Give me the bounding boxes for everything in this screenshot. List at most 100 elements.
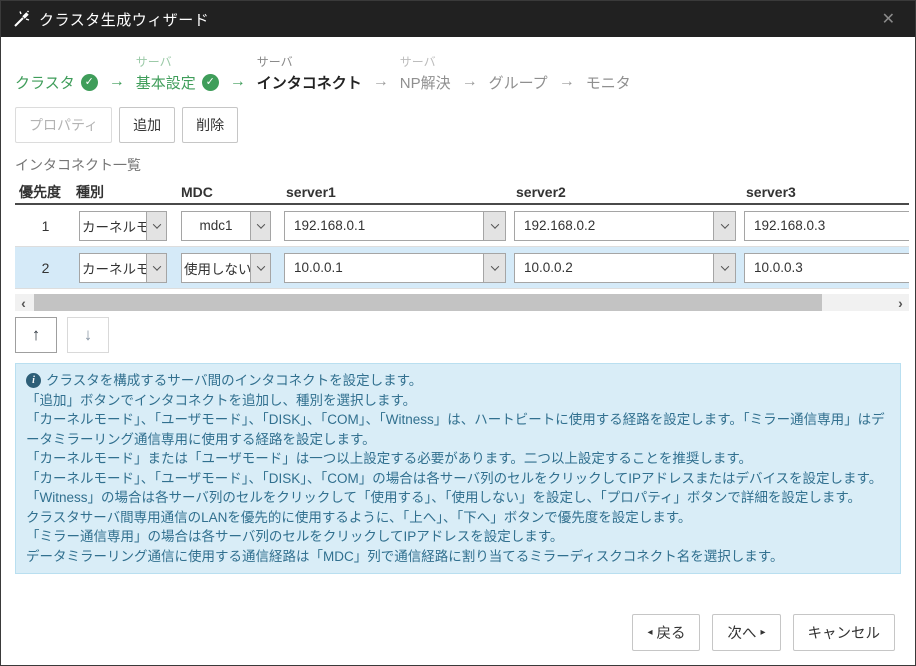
toolbar: プロパティ 追加 削除 [15, 107, 901, 143]
mdc-select[interactable]: mdc1 [181, 211, 271, 241]
table-row[interactable]: 2 カーネルモ 使用しない 10.0.0.1 [15, 247, 909, 289]
dialog-body: クラスタ ✓ → サーバ 基本設定 ✓ → サーバ インタコネクト → [1, 37, 915, 665]
triangle-right-icon: ▸ [760, 628, 765, 638]
step-label: モニタ [586, 72, 631, 93]
step-interconnect: サーバ インタコネクト [257, 53, 362, 93]
info-line: クラスタを構成するサーバ間のインタコネクトを設定します。 [46, 371, 422, 391]
header-type: 種別 [76, 182, 181, 202]
priority-cell: 2 [15, 260, 76, 276]
step-arrow-icon: → [230, 71, 246, 93]
arrow-up-icon: ↑ [32, 325, 41, 345]
type-select-value: カーネルモ [80, 216, 146, 236]
step-sub-label [15, 53, 98, 71]
move-down-button[interactable]: ↓ [67, 317, 109, 353]
type-select[interactable]: カーネルモ [79, 211, 167, 241]
server1-combobox[interactable]: 192.168.0.1 [284, 211, 506, 241]
info-line: 「カーネルモード」、「ユーザモード」、「DISK」、「COM」、「Witness… [26, 410, 890, 449]
header-server3: server3 [744, 184, 909, 200]
header-priority: 優先度 [15, 182, 76, 202]
back-button[interactable]: ◂ 戻る [632, 614, 700, 651]
dialog-title: クラスタ生成ウィザード [39, 9, 209, 30]
chevron-down-icon[interactable] [483, 212, 505, 240]
server1-combobox[interactable]: 10.0.0.1 [284, 253, 506, 283]
step-cluster: クラスタ ✓ [15, 53, 98, 93]
next-button[interactable]: 次へ ▸ [712, 614, 780, 651]
step-label: 基本設定 [136, 72, 196, 93]
step-sub-label [586, 53, 631, 71]
footer: ◂ 戻る 次へ ▸ キャンセル [15, 608, 901, 653]
header-mdc: MDC [181, 184, 284, 200]
property-button[interactable]: プロパティ [15, 107, 112, 143]
scrollbar-thumb[interactable] [34, 294, 822, 311]
step-label: クラスタ [15, 72, 75, 93]
cancel-button[interactable]: キャンセル [793, 614, 896, 651]
mdc-select-value: mdc1 [182, 218, 250, 233]
scroll-left-icon[interactable]: ‹ [15, 294, 32, 311]
triangle-left-icon: ◂ [647, 628, 652, 638]
server2-combobox[interactable]: 192.168.0.2 [514, 211, 736, 241]
cluster-wizard-dialog: クラスタ生成ウィザード ✕ クラスタ ✓ → サーバ 基本設定 ✓ → [0, 0, 916, 666]
server2-value: 192.168.0.2 [515, 218, 713, 233]
next-button-label: 次へ [727, 622, 756, 643]
header-server1: server1 [284, 184, 514, 200]
back-button-label: 戻る [656, 622, 685, 643]
type-select-value: カーネルモ [80, 258, 146, 278]
mdc-select-value: 使用しない [182, 258, 250, 278]
chevron-down-icon[interactable] [713, 212, 735, 240]
chevron-down-icon[interactable] [250, 254, 270, 282]
type-select[interactable]: カーネルモ [79, 253, 167, 283]
info-line: 「ミラー通信専用」の場合は各サーバ列のセルをクリックしてIPアドレスを設定します… [26, 527, 890, 547]
step-basic-settings: サーバ 基本設定 ✓ [136, 53, 219, 93]
cancel-button-label: キャンセル [808, 622, 881, 643]
magic-wand-icon [13, 10, 31, 28]
arrow-down-icon: ↓ [84, 325, 93, 345]
step-arrow-icon: → [373, 71, 389, 93]
step-label: インタコネクト [257, 72, 362, 93]
step-arrow-icon: → [462, 71, 478, 93]
step-sub-label: サーバ [400, 53, 451, 71]
chevron-down-icon[interactable] [250, 212, 270, 240]
server3-value: 192.168.0.3 [745, 218, 909, 233]
step-sub-label: サーバ [136, 53, 219, 71]
mdc-select[interactable]: 使用しない [181, 253, 271, 283]
table-row[interactable]: 1 カーネルモ mdc1 192.168.0.1 [15, 205, 909, 247]
server3-value: 10.0.0.3 [745, 260, 909, 275]
info-line: 「追加」ボタンでインタコネクトを追加し、種別を選択します。 [26, 391, 890, 411]
step-monitor: モニタ [586, 53, 631, 93]
priority-order-buttons: ↑ ↓ [15, 317, 901, 353]
step-label: グループ [489, 72, 548, 93]
step-sub-label [489, 53, 548, 71]
server3-combobox[interactable]: 10.0.0.3 [744, 253, 909, 283]
info-line: クラスタサーバ間専用通信のLANを優先的に使用するように、「上へ」、「下へ」ボタ… [26, 508, 890, 528]
check-circle-icon: ✓ [202, 74, 219, 91]
chevron-down-icon[interactable] [146, 212, 166, 240]
server2-value: 10.0.0.2 [515, 260, 713, 275]
add-button[interactable]: 追加 [119, 107, 175, 143]
server1-value: 192.168.0.1 [285, 218, 483, 233]
chevron-down-icon[interactable] [146, 254, 166, 282]
check-circle-icon: ✓ [81, 74, 98, 91]
chevron-down-icon[interactable] [713, 254, 735, 282]
horizontal-scrollbar[interactable]: ‹ › [15, 294, 909, 311]
server3-combobox[interactable]: 192.168.0.3 [744, 211, 909, 241]
move-up-button[interactable]: ↑ [15, 317, 57, 353]
step-group: グループ [489, 53, 548, 93]
info-line: データミラーリング通信に使用する通信経路は「MDC」列で通信経路に割り当てるミラ… [26, 547, 890, 567]
wizard-steps: クラスタ ✓ → サーバ 基本設定 ✓ → サーバ インタコネクト → [15, 53, 901, 93]
remove-button[interactable]: 削除 [182, 107, 238, 143]
chevron-down-icon[interactable] [483, 254, 505, 282]
server1-value: 10.0.0.1 [285, 260, 483, 275]
info-line: 「カーネルモード」または「ユーザモード」は一つ以上設定する必要があります。二つ以… [26, 449, 890, 469]
step-np-resolution: サーバ NP解決 [400, 53, 451, 93]
scroll-right-icon[interactable]: › [892, 294, 909, 311]
step-label: NP解決 [400, 72, 451, 93]
info-line: 「カーネルモード」、「ユーザモード」、「DISK」、「COM」の場合は各サーバ列… [26, 469, 890, 489]
server2-combobox[interactable]: 10.0.0.2 [514, 253, 736, 283]
step-sub-label: サーバ [257, 53, 362, 71]
step-arrow-icon: → [559, 71, 575, 93]
close-icon[interactable]: ✕ [874, 7, 903, 31]
info-icon: i [26, 373, 41, 388]
interconnect-table: 優先度 種別 MDC server1 server2 server3 1 カーネ… [15, 181, 909, 289]
table-header-row: 優先度 種別 MDC server1 server2 server3 [15, 181, 909, 205]
info-line: 「Witness」の場合は各サーバ列のセルをクリックして「使用する」、「使用しな… [26, 488, 890, 508]
